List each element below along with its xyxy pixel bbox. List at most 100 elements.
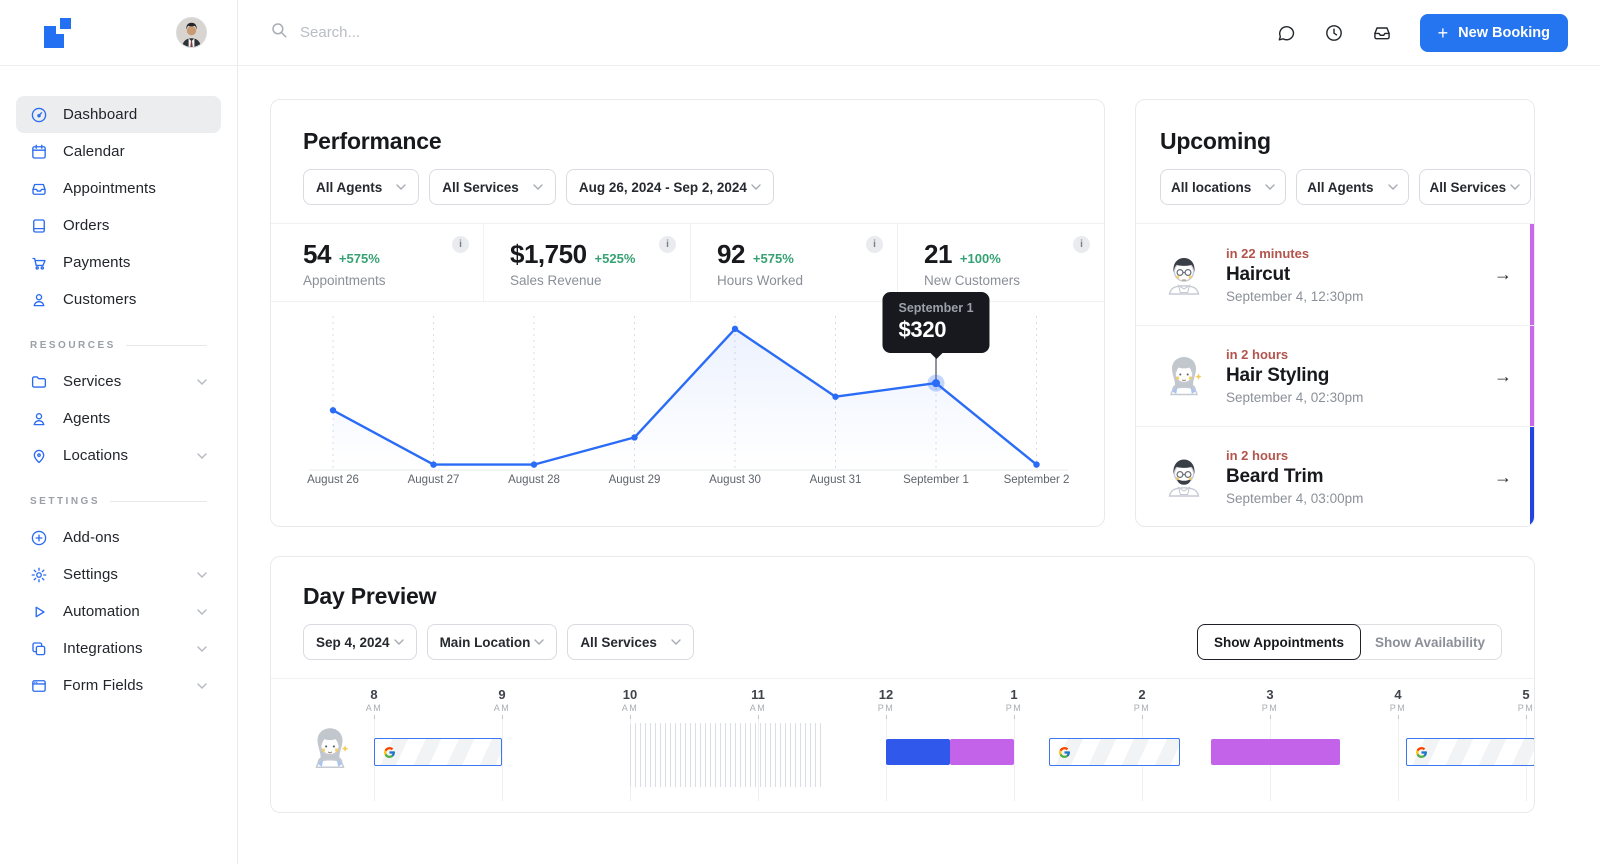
filter-all-agents[interactable]: All Agents xyxy=(303,169,420,205)
filter-date-range[interactable]: Aug 26, 2024 - Sep 2, 2024 xyxy=(565,169,774,205)
filter-location[interactable]: Main Location xyxy=(426,624,558,660)
sidebar-item-integrations[interactable]: Integrations xyxy=(16,630,221,667)
filter-all-services[interactable]: All Services xyxy=(1418,169,1532,205)
day-timeline: 8 AM 9 AM 10 AM 11 AM 12 PM 1 PM 2 PM 3 PM 4 PM 5 PM xyxy=(303,687,1534,812)
clock-icon[interactable] xyxy=(1324,23,1344,43)
chevron-down-icon xyxy=(197,645,207,652)
sidebar-item-form-fields[interactable]: Form Fields xyxy=(16,667,221,704)
sidebar: Dashboard Calendar Appointments Orders P… xyxy=(0,0,238,864)
show-appointments-button[interactable]: Show Appointments xyxy=(1196,624,1361,660)
upcoming-title: Upcoming xyxy=(1160,128,1271,154)
appointment-service: Beard Trim xyxy=(1226,466,1324,487)
stat-new-customers: 21 +100% New Customers i xyxy=(897,224,1104,301)
google-calendar-block[interactable] xyxy=(374,738,502,766)
filter-all-agents[interactable]: All Agents xyxy=(1296,169,1409,205)
automation-icon xyxy=(30,603,48,621)
chevron-down-icon xyxy=(197,682,207,689)
sidebar-item-label: Appointments xyxy=(63,180,156,197)
chevron-down-icon xyxy=(197,452,207,459)
appointment-purple[interactable] xyxy=(950,739,1014,765)
sidebar-section-header: RESOURCES xyxy=(30,340,207,351)
filter-date[interactable]: Sep 4, 2024 xyxy=(303,624,417,660)
service-color-strip xyxy=(1530,427,1534,526)
new-booking-button[interactable]: + New Booking xyxy=(1419,13,1568,52)
customers-icon xyxy=(30,291,48,309)
upcoming-appointment-haircut[interactable]: in 22 minutes Haircut September 4, 12:30… xyxy=(1136,224,1534,325)
tooltip-value: $320 xyxy=(898,317,947,342)
upcoming-appointment-hair-styling[interactable]: in 2 hours Hair Styling September 4, 02:… xyxy=(1136,325,1534,426)
formfields-icon xyxy=(30,677,48,695)
appointment-eta: in 2 hours xyxy=(1226,448,1289,463)
stat-delta: +100% xyxy=(959,251,1001,266)
sidebar-item-label: Add-ons xyxy=(63,529,120,546)
timeline-hour-label: 2 PM xyxy=(1133,687,1151,713)
topbar: + New Booking xyxy=(238,0,1600,66)
x-axis-label: August 26 xyxy=(307,474,359,486)
plus-icon: + xyxy=(1437,22,1449,43)
timeline-hour-label: 3 PM xyxy=(1261,687,1279,713)
sidebar-item-appointments[interactable]: Appointments xyxy=(16,170,221,207)
dashboard-icon xyxy=(30,106,48,124)
calendar-icon xyxy=(30,143,48,161)
filter-all-services[interactable]: All Services xyxy=(429,169,556,205)
google-calendar-block[interactable] xyxy=(1048,738,1181,766)
performance-stats: 54 +575% Appointments i $1,750 +525% Sale… xyxy=(271,224,1104,302)
main-area: + New Booking Performance All Agents xyxy=(238,0,1600,864)
stat-delta: +575% xyxy=(338,251,380,266)
search-input[interactable] xyxy=(300,24,720,41)
info-icon[interactable]: i xyxy=(866,236,883,253)
sidebar-item-customers[interactable]: Customers xyxy=(16,281,221,318)
arrow-right-icon[interactable]: → xyxy=(1494,366,1512,387)
stat-label: New Customers xyxy=(924,273,1021,288)
timeline-gridline xyxy=(502,719,503,801)
timeline-hour-label: 11 AM xyxy=(749,687,767,713)
filter-all-services[interactable]: All Services xyxy=(567,624,694,660)
customer-avatar xyxy=(1160,453,1208,501)
appointment-info: in 2 hours Beard Trim September 4, 03:00… xyxy=(1226,448,1363,506)
appointment-blue[interactable] xyxy=(886,739,950,765)
sidebar-item-agents[interactable]: Agents xyxy=(16,400,221,437)
stat-label: Hours Worked xyxy=(717,273,804,288)
sidebar-item-settings[interactable]: Settings xyxy=(16,556,221,593)
google-calendar-block[interactable] xyxy=(1405,738,1534,766)
performance-card: Performance All Agents All Services Aug … xyxy=(270,99,1105,527)
sidebar-item-label: Form Fields xyxy=(63,677,144,694)
chevron-down-icon xyxy=(197,571,207,578)
stat-value: 54 xyxy=(303,239,331,269)
sidebar-item-payments[interactable]: Payments xyxy=(16,244,221,281)
sidebar-item-services[interactable]: Services xyxy=(16,363,221,400)
appointment-eta: in 22 minutes xyxy=(1226,245,1310,261)
sidebar-item-dashboard[interactable]: Dashboard xyxy=(16,96,221,133)
stat-value: 21 xyxy=(924,239,952,269)
arrow-right-icon[interactable]: → xyxy=(1494,264,1512,285)
latepoint-logo-icon[interactable] xyxy=(44,17,74,48)
day-preview-header: Day Preview Sep 4, 2024 Main Location Al… xyxy=(271,557,1534,679)
chat-icon[interactable] xyxy=(1276,23,1296,43)
filter-all-locations[interactable]: All locations xyxy=(1160,169,1287,205)
appointment-purple[interactable] xyxy=(1211,739,1341,765)
locations-icon xyxy=(30,447,48,465)
show-availability-button[interactable]: Show Availability xyxy=(1354,624,1502,660)
timeline-hour-label: 10 AM xyxy=(621,687,639,713)
info-icon[interactable]: i xyxy=(452,236,469,253)
performance-filters: All Agents All Services Aug 26, 2024 - S… xyxy=(303,169,1072,205)
info-icon[interactable]: i xyxy=(1073,236,1090,253)
performance-title: Performance xyxy=(303,128,442,154)
customer-avatar xyxy=(1160,251,1208,299)
inbox-icon[interactable] xyxy=(1372,23,1392,43)
x-axis-label: September 1 xyxy=(903,474,969,486)
timeline-gridline xyxy=(1014,719,1015,801)
busy-hatched-block xyxy=(630,723,822,787)
sidebar-item-calendar[interactable]: Calendar xyxy=(16,133,221,170)
arrow-right-icon[interactable]: → xyxy=(1494,467,1512,488)
stat-value: $1,750 xyxy=(510,239,587,269)
info-icon[interactable]: i xyxy=(659,236,676,253)
user-avatar[interactable] xyxy=(176,17,207,48)
sidebar-item-add-ons[interactable]: Add-ons xyxy=(16,519,221,556)
app-root: Dashboard Calendar Appointments Orders P… xyxy=(0,0,1600,864)
sidebar-item-locations[interactable]: Locations xyxy=(16,437,221,474)
sidebar-item-automation[interactable]: Automation xyxy=(16,593,221,630)
upcoming-appointment-beard-trim[interactable]: in 2 hours Beard Trim September 4, 03:00… xyxy=(1136,426,1534,526)
x-axis-label: August 28 xyxy=(508,474,560,486)
sidebar-item-orders[interactable]: Orders xyxy=(16,207,221,244)
